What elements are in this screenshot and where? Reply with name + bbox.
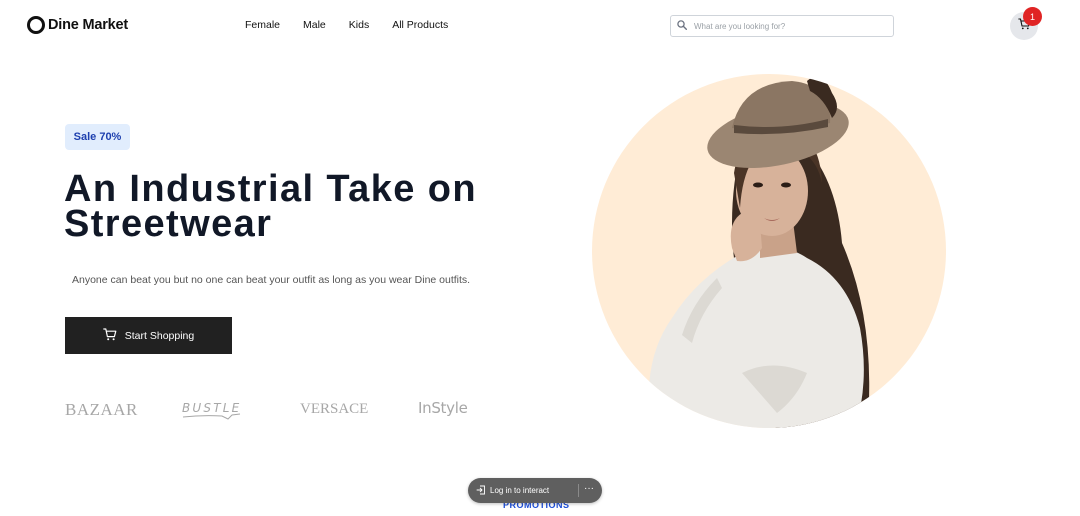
bustle-swoosh-icon <box>182 413 241 420</box>
brand-name: Dine Market <box>48 17 128 33</box>
hero-title: An Industrial Take on Streetwear <box>64 170 534 245</box>
search-icon <box>677 17 688 35</box>
nav-item-male[interactable]: Male <box>303 19 326 31</box>
sale-badge: Sale 70% <box>65 124 130 150</box>
nav-item-all-products[interactable]: All Products <box>392 19 448 31</box>
cart-count-badge: 1 <box>1023 7 1042 26</box>
brand-logo[interactable]: Dine Market <box>27 16 128 34</box>
main-nav: Female Male Kids All Products <box>245 19 448 31</box>
search-box <box>670 15 894 37</box>
brand-logo-bazaar: BAZAAR <box>65 400 138 419</box>
more-options-icon[interactable]: ··· <box>584 483 594 494</box>
nav-item-kids[interactable]: Kids <box>349 19 369 31</box>
login-label: Log in to interact <box>490 486 550 495</box>
hero-model-illustration <box>592 74 946 428</box>
start-shopping-button[interactable]: Start Shopping <box>65 317 232 354</box>
hero-image <box>592 73 948 433</box>
nav-item-female[interactable]: Female <box>245 19 280 31</box>
featured-brands: BAZAAR BUSTLE VERSACE InStyle <box>65 398 495 422</box>
hero-title-line2: Streetwear <box>64 203 273 245</box>
brand-logo-instyle: InStyle <box>418 399 468 417</box>
hero-subtitle: Anyone can beat you but no one can beat … <box>72 274 471 286</box>
login-icon <box>476 485 486 497</box>
logo-ring-icon <box>27 16 45 34</box>
search-input[interactable] <box>694 21 874 31</box>
page: Dine Market Female Male Kids All Product… <box>0 0 1080 516</box>
login-to-interact-button[interactable]: Log in to interact ··· <box>468 478 602 503</box>
cart-icon <box>102 327 117 344</box>
start-shopping-label: Start Shopping <box>124 329 195 342</box>
pill-divider <box>578 484 579 497</box>
brand-logo-versace: VERSACE <box>300 401 369 417</box>
